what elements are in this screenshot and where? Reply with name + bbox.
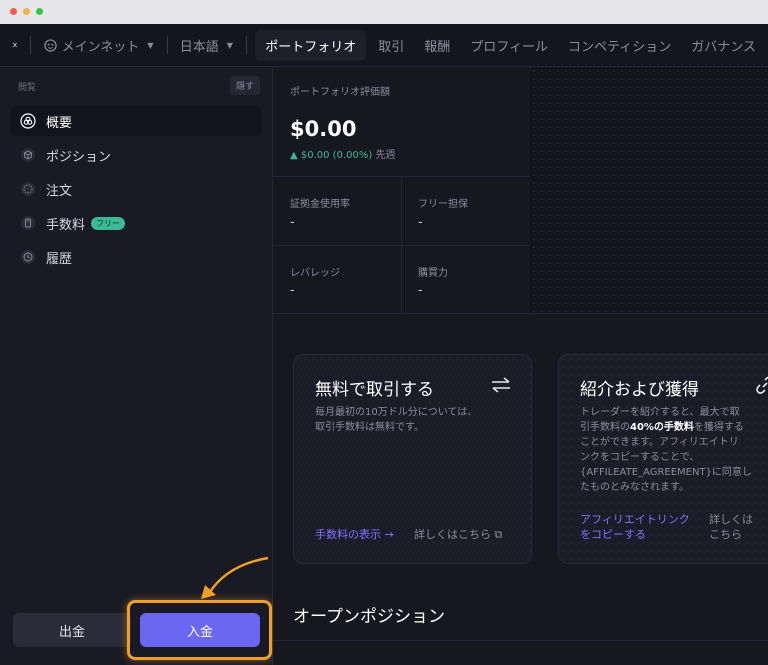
sidebar-item-positions[interactable]: ポジション xyxy=(10,140,262,170)
open-positions-title: オープンポジション xyxy=(293,607,445,627)
calculator-icon xyxy=(20,215,36,231)
buying-power-value: - xyxy=(418,283,423,298)
free-badge: フリー xyxy=(91,216,126,230)
close-window-button[interactable] xyxy=(10,8,17,15)
card-description: トレーダーを紹介すると、最大で取 引手数料の40%の手数料を獲得する ことができ… xyxy=(580,405,752,495)
network-icon xyxy=(43,38,57,52)
network-selector[interactable]: メインネット ▼ xyxy=(43,36,154,55)
card-text-line: ことができます。アフィリエイトリ xyxy=(580,437,739,448)
swap-icon xyxy=(492,377,510,393)
leverage-label: レバレッジ xyxy=(290,268,340,279)
link-text: 詳しくは xyxy=(709,513,753,526)
portfolio-change: ▲ $0.00 (0.00%) 先週 xyxy=(290,146,395,161)
divider xyxy=(273,245,530,246)
leverage-value: - xyxy=(290,283,295,298)
card-text-line: 毎月最初の10万ドル分については、 xyxy=(315,407,478,418)
free-trading-card: 無料で取引する 毎月最初の10万ドル分については、 取引手数料は無料です。 手数… xyxy=(293,354,532,564)
tab-governance[interactable]: ガバナンス xyxy=(683,30,764,61)
overview-icon xyxy=(20,113,36,129)
hide-sidebar-button[interactable]: 隠す xyxy=(229,76,260,95)
top-navigation-bar: メインネット ▼ 日本語 ▼ ポートフォリオ 取引 報酬 プロフィール コンペテ… xyxy=(0,24,768,67)
view-fees-link[interactable]: 手数料の表示 → xyxy=(315,527,394,542)
free-collateral-label: フリー担保 xyxy=(418,199,468,210)
card-text-line: 引手数料の40%の手数料を獲得する xyxy=(580,420,752,435)
portfolio-chart-area xyxy=(530,67,768,313)
withdraw-button[interactable]: 出金 xyxy=(13,613,131,647)
link-icon xyxy=(756,376,768,394)
sidebar-item-history[interactable]: 履歴 xyxy=(10,242,262,272)
deposit-button[interactable]: 入金 xyxy=(140,613,260,647)
card-text-line: ンクをコピーすることで、 xyxy=(580,452,700,463)
pointer-arrow-icon xyxy=(201,556,269,599)
sidebar-item-orders[interactable]: 注文 xyxy=(10,174,262,204)
language-label: 日本語 xyxy=(179,39,219,55)
sidebar-item-fees[interactable]: 手数料 フリー xyxy=(10,208,262,238)
tab-profile[interactable]: プロフィール xyxy=(462,30,556,61)
network-label: メインネット xyxy=(61,39,140,55)
portfolio-value: $0.00 xyxy=(290,117,357,141)
tab-portfolio[interactable]: ポートフォリオ xyxy=(255,29,367,61)
card-text: を獲得する xyxy=(693,422,744,433)
chevron-down-icon: ▼ xyxy=(147,40,154,50)
logo-icon[interactable] xyxy=(12,35,17,55)
referral-card: 紹介および獲得 トレーダーを紹介すると、最大で取 引手数料の40%の手数料を獲得… xyxy=(558,354,768,564)
sidebar-item-label: 手数料 xyxy=(46,217,86,233)
link-text: こちら xyxy=(709,528,742,541)
sidebar-section-label: 閲覧 xyxy=(18,83,37,93)
sidebar-item-label: 概要 xyxy=(46,115,73,131)
card-text-line: たものとみなされます。 xyxy=(580,482,689,493)
language-selector[interactable]: 日本語 ▼ xyxy=(180,36,233,55)
learn-more-link[interactable]: 詳しくは こちら xyxy=(709,512,753,542)
divider xyxy=(273,640,768,641)
free-collateral-value: - xyxy=(418,215,423,230)
sidebar: 閲覧 隠す 概要 ポジション 注文 手数料 フリー 履歴 出金 xyxy=(0,67,273,665)
cube-icon xyxy=(20,147,36,163)
card-title: 無料で取引する xyxy=(315,380,434,400)
sidebar-item-label: ポジション xyxy=(46,149,112,165)
card-text: 引手数料の xyxy=(580,422,630,433)
divider xyxy=(273,313,768,314)
orders-icon xyxy=(20,181,36,197)
portfolio-change-period: 先週 xyxy=(375,150,396,161)
tab-rewards[interactable]: 報酬 xyxy=(416,30,458,61)
portfolio-change-value: ▲ $0.00 (0.00%) xyxy=(290,150,373,161)
link-text: アフィリエイトリンク xyxy=(580,513,690,526)
window-titlebar xyxy=(0,0,768,24)
margin-usage-label: 証拠金使用率 xyxy=(290,199,350,210)
link-text: をコピーする xyxy=(580,528,646,541)
card-description: 毎月最初の10万ドル分については、 取引手数料は無料です。 xyxy=(315,405,477,435)
copy-affiliate-link[interactable]: アフィリエイトリンク をコピーする xyxy=(580,512,690,542)
chevron-down-icon: ▼ xyxy=(226,40,233,50)
sidebar-item-label: 注文 xyxy=(46,183,73,199)
tab-competition[interactable]: コンペティション xyxy=(560,30,679,61)
portfolio-summary: ポートフォリオ評価額 $0.00 ▲ $0.00 (0.00%) 先週 証拠金使… xyxy=(273,67,768,314)
maximize-window-button[interactable] xyxy=(36,8,43,15)
card-text-line: トレーダーを紹介すると、最大で取 xyxy=(580,407,740,418)
learn-more-link[interactable]: 詳しくはこちら ⧉ xyxy=(414,527,502,542)
portfolio-value-label: ポートフォリオ評価額 xyxy=(290,87,390,98)
clock-icon xyxy=(20,249,36,265)
card-title: 紹介および獲得 xyxy=(580,380,699,400)
buying-power-label: 購買力 xyxy=(418,268,448,279)
sidebar-item-overview[interactable]: 概要 xyxy=(10,106,262,136)
card-text-line: 取引手数料は無料です。 xyxy=(315,422,424,433)
card-highlight-text: 40%の手数料 xyxy=(630,422,694,433)
main-content: ポートフォリオ評価額 $0.00 ▲ $0.00 (0.00%) 先週 証拠金使… xyxy=(273,67,768,665)
sidebar-item-label: 履歴 xyxy=(46,251,73,267)
margin-usage-value: - xyxy=(290,215,295,230)
card-text-line: {AFFILEATE_AGREEMENT}に同意し xyxy=(580,467,752,478)
tab-trade[interactable]: 取引 xyxy=(370,30,412,61)
minimize-window-button[interactable] xyxy=(23,8,30,15)
